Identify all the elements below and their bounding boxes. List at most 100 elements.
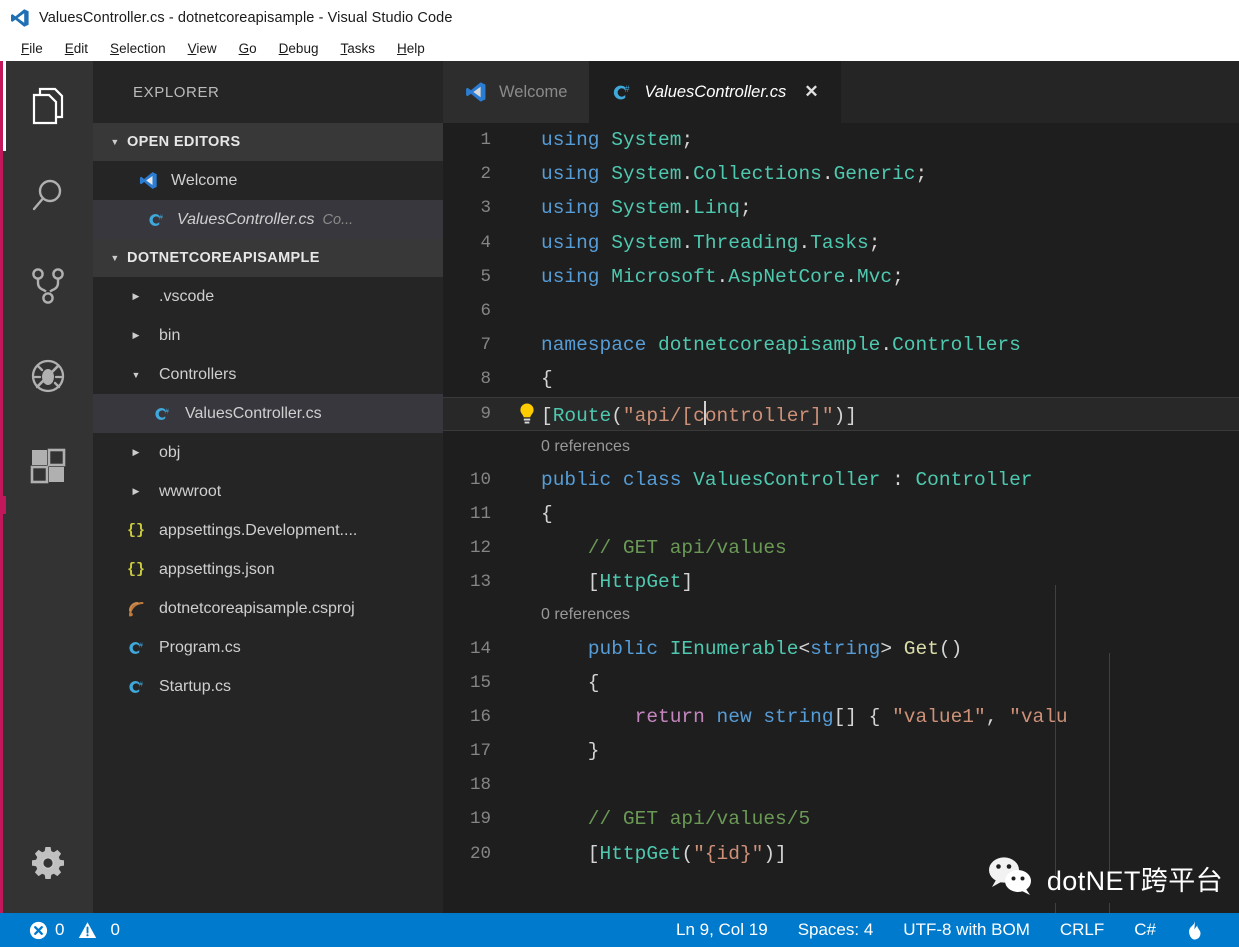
menu-file[interactable]: File xyxy=(10,41,54,56)
indent-guide xyxy=(1109,653,1110,873)
code-line[interactable]: 12 // GET api/values xyxy=(443,531,1239,565)
status-eol[interactable]: CRLF xyxy=(1045,920,1119,940)
code-text: { xyxy=(541,671,600,694)
open-editor-label: Welcome xyxy=(171,171,238,189)
code-line[interactable]: 7 namespace dotnetcoreapisample.Controlle… xyxy=(443,328,1239,362)
vscode-window: ValuesController.cs - dotnetcoreapisampl… xyxy=(0,0,1239,947)
section-open-editors[interactable]: ▼ OPEN EDITORS xyxy=(93,123,443,161)
code-text: public IEnumerable<string> Get() xyxy=(587,637,963,660)
codelens[interactable]: 0 references xyxy=(443,599,1239,631)
gear-icon xyxy=(30,845,66,881)
code-line[interactable]: 5 using Microsoft.AspNetCore.Mvc; xyxy=(443,260,1239,294)
svg-text:#: # xyxy=(159,212,163,221)
lightbulb-icon[interactable] xyxy=(513,402,541,426)
tree-item-program-cs[interactable]: # Program.cs xyxy=(93,628,443,667)
activity-item-manage[interactable] xyxy=(3,813,93,913)
code-text: { xyxy=(541,502,553,525)
code-text: // GET api/values xyxy=(541,537,787,560)
code-line[interactable]: 2 using System.Collections.Generic; xyxy=(443,157,1239,191)
status-encoding[interactable]: UTF-8 with BOM xyxy=(888,920,1045,940)
menu-bar: File Edit Selection View Go Debug Tasks … xyxy=(0,36,1239,61)
section-project[interactable]: ▼ DOTNETCOREAPISAMPLE xyxy=(93,239,443,277)
codelens-label: 0 references xyxy=(541,437,630,455)
indent-guide xyxy=(1109,903,1110,913)
status-language-mode[interactable]: C# xyxy=(1119,920,1171,940)
code-line[interactable]: 13 [HttpGet] xyxy=(443,565,1239,599)
editor-group: Welcome # ValuesController.cs ✕ 1 using … xyxy=(443,61,1239,913)
line-number: 20 xyxy=(469,843,491,864)
code-line[interactable]: 15 { xyxy=(443,666,1239,700)
code-line[interactable]: 18 xyxy=(443,768,1239,802)
activity-item-extensions[interactable] xyxy=(3,421,93,511)
tree-item-appsettings-development[interactable]: {} appsettings.Development.... xyxy=(93,511,443,550)
activity-item-debug[interactable] xyxy=(3,331,93,421)
line-number: 9 xyxy=(480,403,491,424)
tree-item-controllers[interactable]: ▼ Controllers xyxy=(93,355,443,394)
vscode-logo-icon xyxy=(135,171,161,190)
tree-item-appsettings-json[interactable]: {} appsettings.json xyxy=(93,550,443,589)
indent-guide xyxy=(1055,585,1056,875)
activity-bar-indicator xyxy=(0,496,6,514)
tree-item-valuescontroller[interactable]: # ValuesController.cs xyxy=(93,394,443,433)
code-text: [HttpGet] xyxy=(541,571,694,594)
tree-item-obj[interactable]: ▶ obj xyxy=(93,433,443,472)
code-line[interactable]: 1 using System; xyxy=(443,123,1239,157)
activity-item-source-control[interactable] xyxy=(3,241,93,331)
code-line[interactable]: 6 xyxy=(443,294,1239,328)
code-line[interactable]: 10 public class ValuesController : Contro… xyxy=(443,463,1239,497)
tree-item-csproj[interactable]: dotnetcoreapisample.csproj xyxy=(93,589,443,628)
menu-go[interactable]: Go xyxy=(228,41,268,56)
status-cursor-position[interactable]: Ln 9, Col 19 xyxy=(661,920,783,940)
close-icon[interactable]: ✕ xyxy=(804,82,818,102)
code-line[interactable]: 3 using System.Linq; xyxy=(443,191,1239,225)
code-text: // GET api/values/5 xyxy=(541,808,811,831)
menu-debug[interactable]: Debug xyxy=(268,41,330,56)
line-number: 11 xyxy=(469,503,491,524)
code-text: return new string[] { "value1", "valu xyxy=(634,705,1068,728)
code-line[interactable]: 4 using System.Threading.Tasks; xyxy=(443,226,1239,260)
tree-item-wwwroot[interactable]: ▶ wwwroot xyxy=(93,472,443,511)
menu-edit[interactable]: Edit xyxy=(54,41,99,56)
vscode-logo-icon xyxy=(465,81,487,103)
code-editor[interactable]: 1 using System; 2 using System.Collections.… xyxy=(443,123,1239,913)
codelens[interactable]: 0 references xyxy=(443,431,1239,463)
tab-valuescontroller[interactable]: # ValuesController.cs ✕ xyxy=(589,61,841,123)
status-bar-left: 0 0 xyxy=(0,920,135,940)
code-text: public class ValuesController : Controll… xyxy=(541,468,1033,491)
open-editor-welcome[interactable]: Welcome xyxy=(93,161,443,200)
tree-item-label: obj xyxy=(159,443,181,461)
code-line[interactable]: 14 public IEnumerable<string> Get() xyxy=(443,631,1239,665)
activity-item-explorer[interactable] xyxy=(3,61,93,151)
menu-help[interactable]: Help xyxy=(386,41,436,56)
tab-label: ValuesController.cs xyxy=(644,82,787,101)
indent-guide xyxy=(1055,903,1056,913)
code-line[interactable]: 17 } xyxy=(443,734,1239,768)
open-editor-label: ValuesController.cs xyxy=(177,210,315,228)
status-problems[interactable]: 0 0 xyxy=(14,920,135,940)
code-line[interactable]: 8{ xyxy=(443,362,1239,396)
status-indentation[interactable]: Spaces: 4 xyxy=(783,920,889,940)
menu-view[interactable]: View xyxy=(177,41,228,56)
activity-item-search[interactable] xyxy=(3,151,93,241)
open-editor-valuescontroller[interactable]: # ValuesController.cs Co... xyxy=(93,200,443,239)
menu-tasks[interactable]: Tasks xyxy=(329,41,386,56)
tab-welcome[interactable]: Welcome xyxy=(443,61,590,123)
code-line[interactable]: 11 { xyxy=(443,497,1239,531)
tree-item-startup-cs[interactable]: # Startup.cs xyxy=(93,667,443,706)
tree-item-bin[interactable]: ▶ bin xyxy=(93,316,443,355)
code-line[interactable]: 16 return new string[] { "value1", "valu xyxy=(443,700,1239,734)
status-feedback[interactable] xyxy=(1171,920,1225,940)
tree-item-label: wwwroot xyxy=(159,482,222,500)
svg-text:#: # xyxy=(139,679,143,688)
code-line[interactable]: 19 // GET api/values/5 xyxy=(443,802,1239,836)
line-number: 14 xyxy=(469,638,491,659)
tree-item-vscode[interactable]: ▶ .vscode xyxy=(93,277,443,316)
sidebar-explorer: EXPLORER ▼ OPEN EDITORS Welcome # Values… xyxy=(93,61,443,913)
chevron-down-icon: ▼ xyxy=(131,369,141,380)
menu-selection[interactable]: Selection xyxy=(99,41,177,56)
status-bar: 0 0 Ln 9, Col 19 Spaces: 4 UTF-8 with BO… xyxy=(0,913,1239,947)
flame-icon xyxy=(1186,920,1203,940)
code-line[interactable]: 9 [Route("api/[controller]")] xyxy=(443,396,1239,431)
chevron-right-icon: ▶ xyxy=(132,291,140,301)
chevron-right-icon: ▶ xyxy=(132,447,140,457)
